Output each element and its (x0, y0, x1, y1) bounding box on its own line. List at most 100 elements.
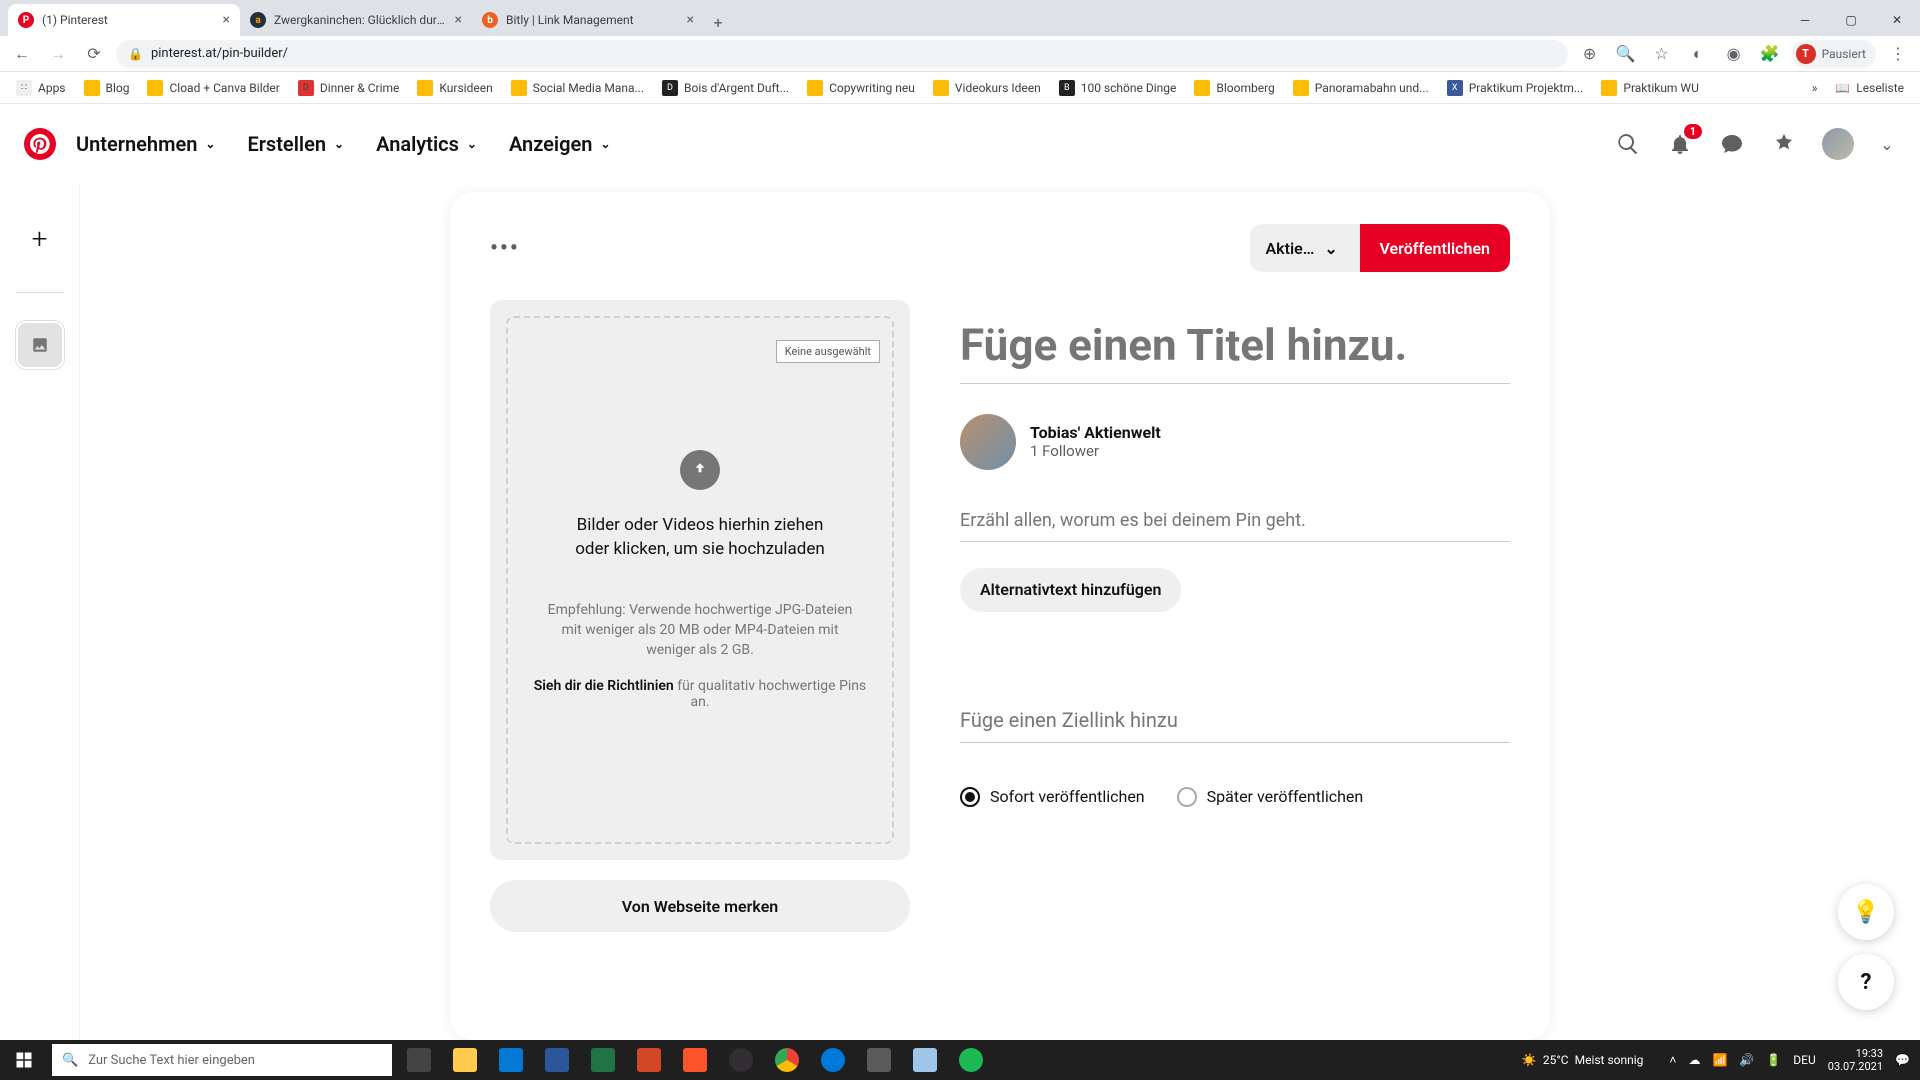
maximize-button[interactable]: ▢ (1828, 4, 1874, 36)
help-fab[interactable]: ? (1838, 954, 1894, 1010)
updates-icon[interactable] (1770, 130, 1798, 158)
close-icon[interactable]: × (455, 12, 462, 28)
bookmark-item[interactable]: Panoramabahn und... (1287, 76, 1435, 100)
account-menu-chevron[interactable]: ⌄ (1878, 130, 1896, 158)
spotify-icon[interactable] (948, 1040, 994, 1080)
title-input[interactable]: Füge einen Titel hinzu. (960, 320, 1510, 384)
nav-analytics[interactable]: Analytics⌄ (364, 124, 489, 164)
radio-publish-now[interactable]: Sofort veröffentlichen (960, 787, 1145, 807)
bookmark-item[interactable]: Bloomberg (1188, 76, 1280, 100)
chevron-down-icon: ⌄ (467, 137, 477, 151)
tab-title: Zwergkaninchen: Glücklich durch… (274, 13, 447, 27)
obs-icon[interactable] (718, 1040, 764, 1080)
upload-dropzone[interactable]: Keine ausgewählt Bilder oder Videos hier… (490, 300, 910, 860)
install-app-icon[interactable]: ⊕ (1576, 40, 1604, 68)
destination-link-input[interactable]: Füge einen Ziellink hinzu (960, 702, 1510, 743)
radio-dot-icon (1177, 787, 1197, 807)
zoom-icon[interactable]: 🔍 (1612, 40, 1640, 68)
new-tab-button[interactable]: + (704, 8, 732, 36)
more-options-button[interactable]: ••• (490, 236, 520, 261)
powerpoint-icon[interactable] (626, 1040, 672, 1080)
tab-bitly[interactable]: b Bitly | Link Management × (472, 4, 704, 36)
bookmark-item[interactable]: Kursideen (411, 76, 498, 100)
reading-list-button[interactable]: 📖Leseliste (1829, 77, 1910, 99)
bookmark-item[interactable]: Blog (78, 76, 136, 100)
app-icon[interactable] (856, 1040, 902, 1080)
guidelines-link[interactable]: Sieh dir die Richtlinien für qualitativ … (528, 678, 872, 710)
word-icon[interactable] (534, 1040, 580, 1080)
extension-icon[interactable]: ◉ (1720, 40, 1748, 68)
pinterest-logo[interactable] (24, 128, 56, 160)
tray-chevron-icon[interactable]: ˄ (1669, 1053, 1676, 1067)
board-selector[interactable]: Aktie… ⌄ (1250, 224, 1360, 272)
extensions-menu-icon[interactable]: 🧩 (1756, 40, 1784, 68)
apps-shortcut[interactable]: ∷Apps (10, 76, 72, 100)
edge-icon[interactable] (810, 1040, 856, 1080)
profile-chip[interactable]: T Pausiert (1792, 40, 1876, 68)
minimize-button[interactable]: ─ (1782, 4, 1828, 36)
explorer-icon[interactable] (442, 1040, 488, 1080)
close-window-button[interactable]: ✕ (1874, 4, 1920, 36)
weather-widget[interactable]: ☀️ 25°C Meist sonnig (1522, 1053, 1644, 1067)
tab-pinterest[interactable]: P (1) Pinterest × (8, 4, 240, 36)
notepad-icon[interactable] (902, 1040, 948, 1080)
back-button[interactable]: ← (8, 40, 36, 68)
messages-icon[interactable] (1718, 130, 1746, 158)
apps-icon: ∷ (16, 80, 32, 96)
pinterest-favicon: P (18, 12, 34, 28)
action-center-icon[interactable]: 💬 (1895, 1053, 1910, 1067)
mail-icon[interactable] (488, 1040, 534, 1080)
draft-thumbnail[interactable] (18, 323, 62, 367)
publish-button[interactable]: Veröffentlichen (1360, 224, 1511, 272)
extension-icon[interactable]: ◐ (1684, 40, 1712, 68)
description-input[interactable]: Erzähl allen, worum es bei deinem Pin ge… (960, 504, 1510, 542)
bookmark-item[interactable]: Copywriting neu (801, 76, 921, 100)
brave-icon[interactable] (672, 1040, 718, 1080)
language-indicator[interactable]: DEU (1793, 1053, 1815, 1067)
clock[interactable]: 19:33 03.07.2021 (1828, 1047, 1883, 1073)
tab-amazon[interactable]: a Zwergkaninchen: Glücklich durch… × (240, 4, 472, 36)
add-pin-button[interactable]: + (16, 214, 64, 262)
nav-business[interactable]: Unternehmen⌄ (64, 124, 227, 164)
ideas-fab[interactable]: 💡 (1838, 884, 1894, 940)
folder-icon (417, 80, 433, 96)
taskbar-apps (396, 1040, 994, 1080)
radio-publish-later[interactable]: Später veröffentlichen (1177, 787, 1364, 807)
bookmark-item[interactable]: Cload + Canva Bilder (141, 76, 285, 100)
bookmark-item[interactable]: Social Media Mana... (505, 76, 650, 100)
bookmark-item[interactable]: Videokurs Ideen (927, 76, 1047, 100)
battery-icon[interactable]: 🔋 (1766, 1053, 1781, 1067)
bookmark-item[interactable]: XPraktikum Projektm... (1441, 76, 1590, 100)
close-icon[interactable]: × (223, 12, 230, 28)
nav-create[interactable]: Erstellen⌄ (235, 124, 356, 164)
start-button[interactable] (0, 1040, 48, 1080)
bookmark-item[interactable]: B100 schöne Dinge (1053, 76, 1183, 100)
excel-icon[interactable] (580, 1040, 626, 1080)
bookmark-item[interactable]: Praktikum WU (1595, 76, 1704, 100)
bookmark-item[interactable]: DDinner & Crime (292, 76, 406, 100)
volume-icon[interactable]: 🔊 (1739, 1053, 1754, 1067)
chrome-icon[interactable] (764, 1040, 810, 1080)
onedrive-icon[interactable]: ☁ (1688, 1053, 1700, 1067)
network-icon[interactable]: 📶 (1712, 1053, 1727, 1067)
save-from-web-button[interactable]: Von Webseite merken (490, 880, 910, 932)
bookmark-item[interactable]: DBois d'Argent Duft... (656, 76, 795, 100)
card-header: ••• Aktie… ⌄ Veröffentlichen (490, 224, 1510, 272)
chrome-menu-button[interactable]: ⋮ (1884, 40, 1912, 68)
folder-icon (1194, 80, 1210, 96)
address-bar[interactable]: 🔒 pinterest.at/pin-builder/ (116, 40, 1568, 68)
forward-button[interactable]: → (44, 40, 72, 68)
task-view-icon[interactable] (396, 1040, 442, 1080)
search-icon[interactable] (1614, 130, 1642, 158)
reload-button[interactable]: ⟳ (80, 40, 108, 68)
nav-ads[interactable]: Anzeigen⌄ (497, 124, 623, 164)
taskbar-search[interactable]: 🔍Zur Suche Text hier eingeben (52, 1044, 392, 1076)
notifications-icon[interactable]: 1 (1666, 130, 1694, 158)
author-row: Tobias' Aktienwelt 1 Follower (960, 414, 1510, 470)
alt-text-button[interactable]: Alternativtext hinzufügen (960, 568, 1181, 612)
user-avatar[interactable] (1822, 128, 1854, 160)
bookmarks-overflow[interactable]: » (1806, 77, 1824, 99)
site-icon: D (298, 80, 314, 96)
bookmark-star-icon[interactable]: ☆ (1648, 40, 1676, 68)
close-icon[interactable]: × (687, 12, 694, 28)
